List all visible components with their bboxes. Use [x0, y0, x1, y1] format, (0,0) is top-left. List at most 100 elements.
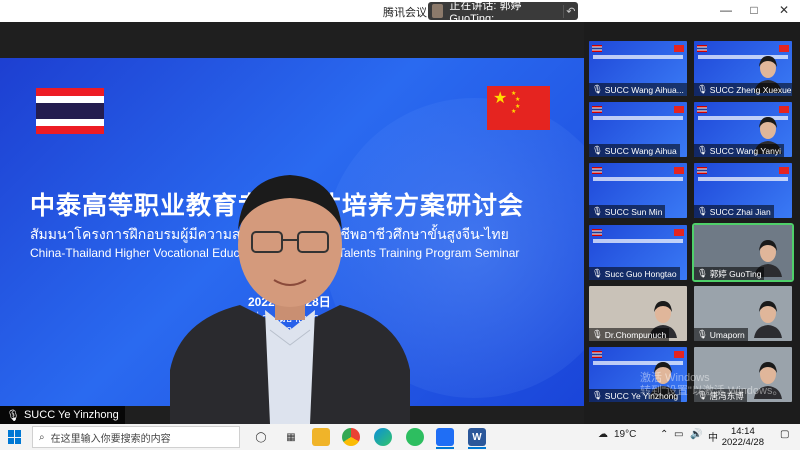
participant-name-tag: 🎙 SUCC Wang Aihua... [589, 83, 687, 96]
close-button[interactable]: ✕ [774, 3, 794, 17]
china-flag-icon [674, 229, 684, 236]
microphone-muted-icon: 🎙 [592, 206, 603, 216]
china-flag-icon [674, 351, 684, 358]
participant-name-tag: 🎙 SUCC Zheng Xuexue [694, 83, 792, 96]
microphone-icon: 🎙 [6, 409, 20, 422]
participant-tile[interactable]: 🎙 SUCC Ye Yinzhong [589, 347, 687, 402]
microphone-muted-icon: 🎙 [592, 84, 603, 94]
participant-name-tag: 🎙 SUCC Sun Min [589, 205, 666, 218]
participant-tile[interactable]: 🎙 郭婷 GuoTing [692, 223, 794, 282]
participant-video-face [754, 301, 782, 338]
title-bar: 腾讯会议 正在讲话: 郭婷 GuoTing; ↶ — □ ✕ [0, 0, 800, 25]
microphone-muted-icon: 🎙 [592, 145, 603, 155]
search-icon: ⌕ [39, 431, 45, 443]
app-title: 腾讯会议 [383, 7, 427, 19]
participant-tile[interactable]: 🎙 SUCC Zhai Jian [694, 163, 792, 218]
thailand-flag-icon [592, 45, 602, 52]
china-flag-icon [674, 167, 684, 174]
china-flag-icon [674, 106, 684, 113]
participant-video-face [754, 362, 782, 399]
participant-name: SUCC Sun Min [604, 206, 663, 217]
participant-tile[interactable]: 🎙 SUCC Sun Min [589, 163, 687, 218]
thailand-flag-icon [592, 106, 602, 113]
participant-name: 唐冯东博 [709, 390, 744, 401]
china-flag-icon [674, 45, 684, 52]
clock-time: 14:14 [730, 426, 755, 437]
weather-icon[interactable]: ☁ [598, 429, 608, 440]
participant-tile[interactable]: 🎙 SUCC Wang Aihua [589, 102, 687, 157]
participant-name-tag: 🎙 SUCC Ye Yinzhong [589, 389, 682, 402]
main-video-stage[interactable]: ★ ★ ★ ★ ★ 中泰高等职业教育专业人才培养方案研讨会 สัมมนาโครง… [0, 22, 584, 424]
participant-name: 郭婷 GuoTing [709, 268, 762, 279]
microphone-muted-icon: 🎙 [697, 145, 708, 155]
microphone-muted-icon: 🎙 [697, 329, 708, 339]
participant-name: SUCC Wang Aihua [604, 145, 677, 156]
maximize-button[interactable]: □ [744, 3, 764, 17]
mini-slide-text [698, 177, 788, 181]
presenter-name: SUCC Ye Yinzhong [23, 409, 119, 421]
participant-tile[interactable]: 🎙 SUCC Wang Aihua... [589, 41, 687, 96]
task-view-icon[interactable]: ▦ [282, 428, 300, 446]
microphone-muted-icon: 🎙 [592, 329, 603, 339]
participant-name-tag: 🎙 唐冯东博 [694, 389, 747, 402]
participant-gallery[interactable]: 🎙 SUCC Wang Aihua... 🎙 SUCC Zheng Xuexue 🎙 SU… [584, 22, 800, 424]
chrome-icon[interactable] [342, 428, 360, 446]
edge-icon[interactable] [374, 428, 392, 446]
active-app-indicator [468, 447, 486, 449]
tencent-meeting-icon[interactable] [436, 428, 454, 446]
participant-name: SUCC Zhai Jian [709, 206, 771, 217]
participant-name: Succ Guo Hongtao [604, 268, 677, 279]
volume-icon[interactable]: 🔊 [690, 429, 702, 440]
microphone-muted-icon: 🎙 [697, 206, 708, 216]
microphone-muted-icon: 🎙 [697, 390, 708, 400]
ime-indicator[interactable]: 中 [708, 429, 718, 444]
cortana-icon[interactable]: ◯ [252, 428, 270, 446]
presenter-name-tag: 🎙 SUCC Ye Yinzhong [0, 406, 125, 424]
search-placeholder: 在这里输入你要搜索的内容 [50, 433, 171, 445]
microphone-muted-icon: 🎙 [697, 268, 708, 278]
microphone-muted-icon: 🎙 [592, 268, 603, 278]
speaker-avatar [432, 4, 444, 18]
tray-overflow-icon[interactable]: ⌃ [660, 429, 668, 440]
participant-name-tag: 🎙 SUCC Wang Aihua [589, 144, 680, 157]
thailand-flag-icon [592, 351, 602, 358]
windows-start-icon[interactable] [8, 430, 22, 444]
active-speaker-indicator[interactable]: 正在讲话: 郭婷 GuoTing; ↶ [428, 0, 578, 25]
thailand-flag-icon [36, 88, 104, 134]
thailand-flag-icon [697, 45, 707, 52]
thailand-flag-icon [592, 167, 602, 174]
participant-tile[interactable]: 🎙 SUCC Wang Yanyi [694, 102, 792, 157]
thailand-flag-icon [592, 229, 602, 236]
word-icon[interactable]: W [468, 428, 486, 446]
participant-name-tag: 🎙 Dr.Chompunuch [589, 328, 670, 341]
windows-taskbar: ⌕ 在这里输入你要搜索的内容 ◯ ▦ W ☁ 19°C ⌃ ▭ 🔊 中 14:1… [0, 424, 800, 450]
participant-name: SUCC Wang Aihua... [604, 84, 684, 95]
participant-tile[interactable]: 🎙 Umaporn [694, 286, 792, 341]
weather-temp[interactable]: 19°C [614, 429, 636, 440]
network-icon[interactable]: ▭ [674, 429, 683, 440]
participant-name-tag: 🎙 Umaporn [694, 328, 748, 341]
participant-tile[interactable]: 🎙 SUCC Zheng Xuexue [694, 41, 792, 96]
participant-name: SUCC Wang Yanyi [709, 145, 781, 156]
file-explorer-icon[interactable] [312, 428, 330, 446]
china-flag-icon [779, 106, 789, 113]
thailand-flag-icon [697, 106, 707, 113]
notification-icon[interactable]: ▢ [780, 429, 789, 440]
presenter-video [170, 175, 410, 424]
system-clock[interactable]: 14:14 2022/4/28 [722, 426, 764, 448]
mini-slide-text [593, 116, 683, 120]
back-arrow-icon[interactable]: ↶ [562, 4, 578, 18]
participant-name-tag: 🎙 郭婷 GuoTing [694, 267, 765, 280]
thailand-flag-icon [697, 167, 707, 174]
china-flag-icon [779, 167, 789, 174]
china-flag-icon: ★ ★ ★ ★ ★ [487, 86, 550, 130]
minimize-button[interactable]: — [716, 3, 736, 17]
china-flag-icon [779, 45, 789, 52]
participant-tile[interactable]: 🎙 唐冯东博 [694, 347, 792, 402]
participant-tile[interactable]: 🎙 Succ Guo Hongtao [589, 225, 687, 280]
wechat-icon[interactable] [406, 428, 424, 446]
taskbar-search-input[interactable]: ⌕ 在这里输入你要搜索的内容 [32, 426, 240, 448]
mini-slide-text [593, 177, 683, 181]
participant-tile[interactable]: 🎙 Dr.Chompunuch [589, 286, 687, 341]
participant-name: SUCC Ye Yinzhong [604, 390, 679, 401]
